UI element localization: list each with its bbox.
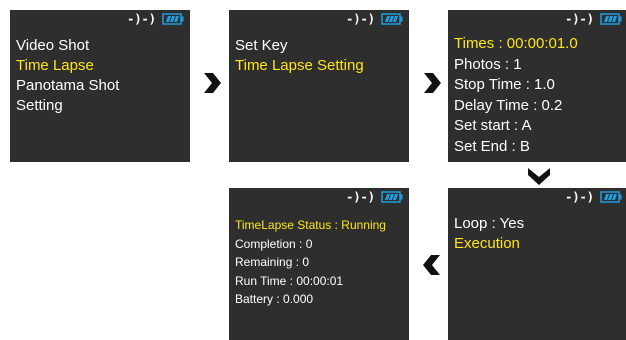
arrow-right-icon [204, 73, 221, 93]
signal-indicator: -)-) [565, 12, 594, 26]
screen-time-lapse-status: -)-) TimeLapse Status : Running Completi… [229, 188, 409, 340]
status-line-remaining: Remaining : 0 [235, 255, 310, 269]
menu-item-execution[interactable]: Execution [454, 234, 624, 254]
arrow-right-icon [424, 73, 441, 93]
battery-full-icon [381, 191, 403, 203]
setting-item-times[interactable]: Times : 00:00:01.0 [454, 34, 624, 55]
status-bar: -)-) [127, 12, 184, 26]
battery-full-icon [381, 13, 403, 25]
setting-item-stop-time[interactable]: Stop Time : 1.0 [454, 75, 624, 96]
battery-full-icon [162, 13, 184, 25]
arrow-left-icon [423, 255, 440, 275]
menu-item-loop[interactable]: Loop : Yes [454, 214, 624, 234]
screen-execution-menu: -)-) Loop : Yes Execution [448, 188, 626, 340]
menu-item-video-shot[interactable]: Video Shot [16, 36, 186, 56]
status-line-run-time: Run Time : 00:00:01 [235, 273, 344, 288]
battery-full-icon [600, 13, 622, 25]
signal-indicator: -)-) [346, 190, 375, 204]
setting-item-set-end[interactable]: Set End : B [454, 137, 624, 158]
setting-item-delay-time[interactable]: Delay Time : 0.2 [454, 96, 624, 117]
status-bar: -)-) [565, 190, 622, 204]
status-line-battery: Battery : 0.000 [235, 292, 314, 306]
main-menu-list: Video Shot Time Lapse Panotama Shot Sett… [16, 36, 186, 116]
arrow-down-icon [528, 168, 550, 185]
menu-item-set-key[interactable]: Set Key [235, 36, 405, 56]
status-bar: -)-) [346, 190, 403, 204]
execution-menu-list: Loop : Yes Execution [454, 214, 624, 254]
status-line-timelapse-status: TimeLapse Status : Running [235, 218, 386, 232]
setting-item-set-start[interactable]: Set start : A [454, 116, 624, 137]
signal-indicator: -)-) [346, 12, 375, 26]
status-line-completion: Completion : 0 [235, 236, 313, 251]
battery-full-icon [600, 191, 622, 203]
status-info-list: TimeLapse Status : Running Completion : … [235, 216, 405, 309]
time-lapse-menu-list: Set Key Time Lapse Setting [235, 36, 405, 76]
setting-item-photos[interactable]: Photos : 1 [454, 55, 624, 76]
signal-indicator: -)-) [127, 12, 156, 26]
screen-time-lapse-menu: -)-) Set Key Time Lapse Setting [229, 10, 409, 162]
status-bar: -)-) [346, 12, 403, 26]
status-bar: -)-) [565, 12, 622, 26]
screen-time-lapse-setting: -)-) Times : 00:00:01.0 Photos : 1 Stop … [448, 10, 626, 162]
menu-item-time-lapse-setting[interactable]: Time Lapse Setting [235, 56, 405, 76]
menu-item-setting[interactable]: Setting [16, 96, 186, 116]
menu-item-time-lapse[interactable]: Time Lapse [16, 56, 186, 76]
menu-item-panorama-shot[interactable]: Panotama Shot [16, 76, 186, 96]
screen-main-menu: -)-) Video Shot Time Lapse Panotama Shot… [10, 10, 190, 162]
signal-indicator: -)-) [565, 190, 594, 204]
time-lapse-setting-list: Times : 00:00:01.0 Photos : 1 Stop Time … [454, 34, 624, 157]
